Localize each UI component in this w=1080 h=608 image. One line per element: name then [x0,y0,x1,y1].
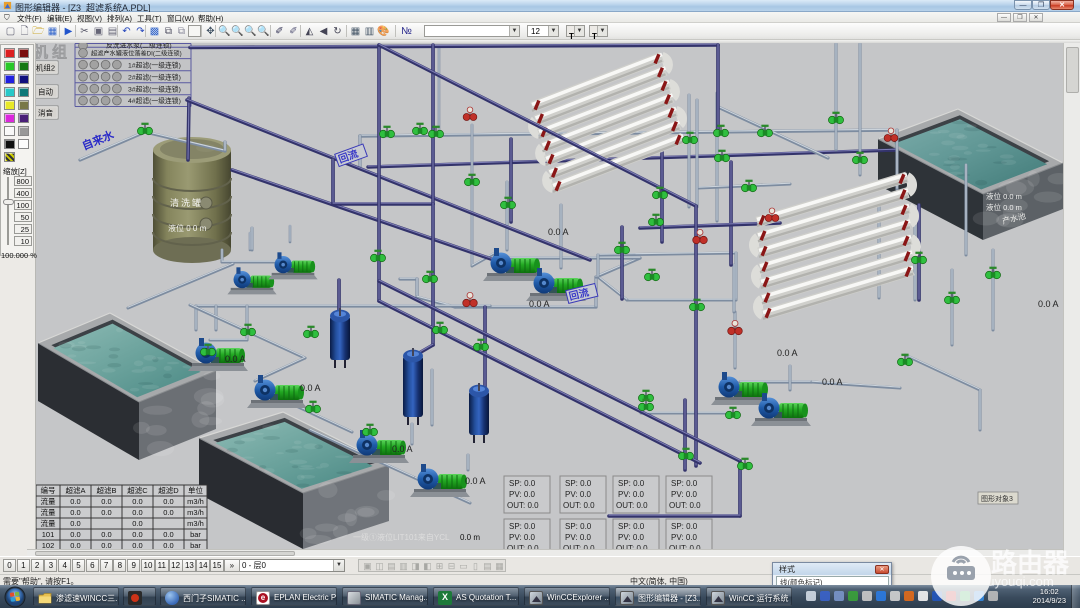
svg-text:0.0: 0.0 [163,508,173,517]
svg-text:0.0: 0.0 [163,497,173,506]
svg-text:0.0: 0.0 [70,530,80,539]
svg-text:0.0 A: 0.0 A [777,348,798,358]
svg-text:超滤A: 超滤A [65,485,85,495]
svg-text:0.0 A: 0.0 A [392,444,413,454]
svg-text:PV: 0.0: PV: 0.0 [509,490,535,499]
svg-text:超滤产水罐液位落差DI(二级连锁): 超滤产水罐液位落差DI(二级连锁) [91,50,182,58]
svg-text:0.0: 0.0 [101,508,111,517]
svg-text:0.0: 0.0 [70,497,80,506]
svg-text:PV: 0.0: PV: 0.0 [618,490,644,499]
svg-text:SP: 0.0: SP: 0.0 [618,479,645,488]
svg-text:编号: 编号 [41,485,56,495]
svg-text:0.0 A: 0.0 A [300,383,321,393]
svg-text:图形对象3: 图形对象3 [981,494,1013,503]
svg-text:0.0: 0.0 [101,530,111,539]
svg-text:3#超滤(一级连锁): 3#超滤(一级连锁) [128,84,181,93]
svg-text:0.0 A: 0.0 A [548,227,569,237]
svg-text:SP: 0.0: SP: 0.0 [565,522,592,531]
svg-text:0.0: 0.0 [132,530,142,539]
svg-text:SP: 0.0: SP: 0.0 [618,522,645,531]
svg-text:超滤D: 超滤D [158,485,179,495]
svg-text:液位 0.0 m: 液位 0.0 m [986,191,1022,201]
svg-text:机组2: 机组2 [36,63,55,73]
svg-text:PV: 0.0: PV: 0.0 [671,533,697,542]
svg-text:清洗罐: 清洗罐 [170,197,203,208]
svg-text:流量: 流量 [41,507,56,517]
svg-text:0.0: 0.0 [101,497,111,506]
svg-text:0.0: 0.0 [132,497,142,506]
svg-text:超滤C: 超滤C [127,485,148,495]
svg-text:液位 0 0 m: 液位 0 0 m [168,223,207,233]
svg-text:0.0 A: 0.0 A [225,354,246,364]
svg-text:机组: 机组 [33,43,71,61]
svg-text:SP: 0.0: SP: 0.0 [671,479,698,488]
svg-text:0.0 A: 0.0 A [465,476,486,486]
svg-text:SP: 0.0: SP: 0.0 [671,522,698,531]
svg-text:流量: 流量 [41,518,56,528]
svg-text:m3/h: m3/h [187,497,204,506]
svg-text:0.0: 0.0 [163,530,173,539]
svg-text:1#超滤(一级连锁): 1#超滤(一级连锁) [128,60,181,69]
svg-text:101: 101 [42,530,55,539]
svg-text:PV: 0.0: PV: 0.0 [565,533,591,542]
svg-text:SP: 0.0: SP: 0.0 [509,522,536,531]
svg-text:OUT: 0.0: OUT: 0.0 [507,501,539,510]
svg-text:bar: bar [190,530,201,539]
svg-text:SP: 0.0: SP: 0.0 [565,479,592,488]
svg-text:0.0: 0.0 [70,508,80,517]
svg-text:PV: 0.0: PV: 0.0 [565,490,591,499]
svg-text:液位 0.0 m: 液位 0.0 m [986,202,1022,212]
svg-text:0.0 A: 0.0 A [529,299,550,309]
svg-text:0.0 m: 0.0 m [460,533,480,542]
svg-text:0.0: 0.0 [132,508,142,517]
svg-text:自动: 自动 [38,87,53,97]
svg-text:0.0: 0.0 [132,519,142,528]
svg-text:m3/h: m3/h [187,519,204,528]
svg-text:0.0 A: 0.0 A [1038,299,1059,309]
svg-text:单位: 单位 [188,485,203,495]
svg-text:一级①液位LIT101来自YCL: 一级①液位LIT101来自YCL [353,532,450,542]
svg-text:PV: 0.0: PV: 0.0 [509,533,535,542]
svg-text:OUT: 0.0: OUT: 0.0 [669,501,701,510]
svg-text:m3/h: m3/h [187,508,204,517]
svg-text:OUT: 0.0: OUT: 0.0 [563,501,595,510]
svg-text:超滤B: 超滤B [96,485,116,495]
svg-text:0.0 A: 0.0 A [822,377,843,387]
svg-text:OUT: 0.0: OUT: 0.0 [616,501,648,510]
svg-text:0.0: 0.0 [70,519,80,528]
svg-text:PV: 0.0: PV: 0.0 [671,490,697,499]
svg-text:流量: 流量 [41,496,56,506]
svg-text:4#超滤(一级连锁): 4#超滤(一级连锁) [128,96,181,105]
svg-text:PV: 0.0: PV: 0.0 [618,533,644,542]
svg-text:SP: 0.0: SP: 0.0 [509,479,536,488]
svg-text:消音: 消音 [38,108,53,118]
svg-text:2#超滤(一级连锁): 2#超滤(一级连锁) [128,72,181,81]
